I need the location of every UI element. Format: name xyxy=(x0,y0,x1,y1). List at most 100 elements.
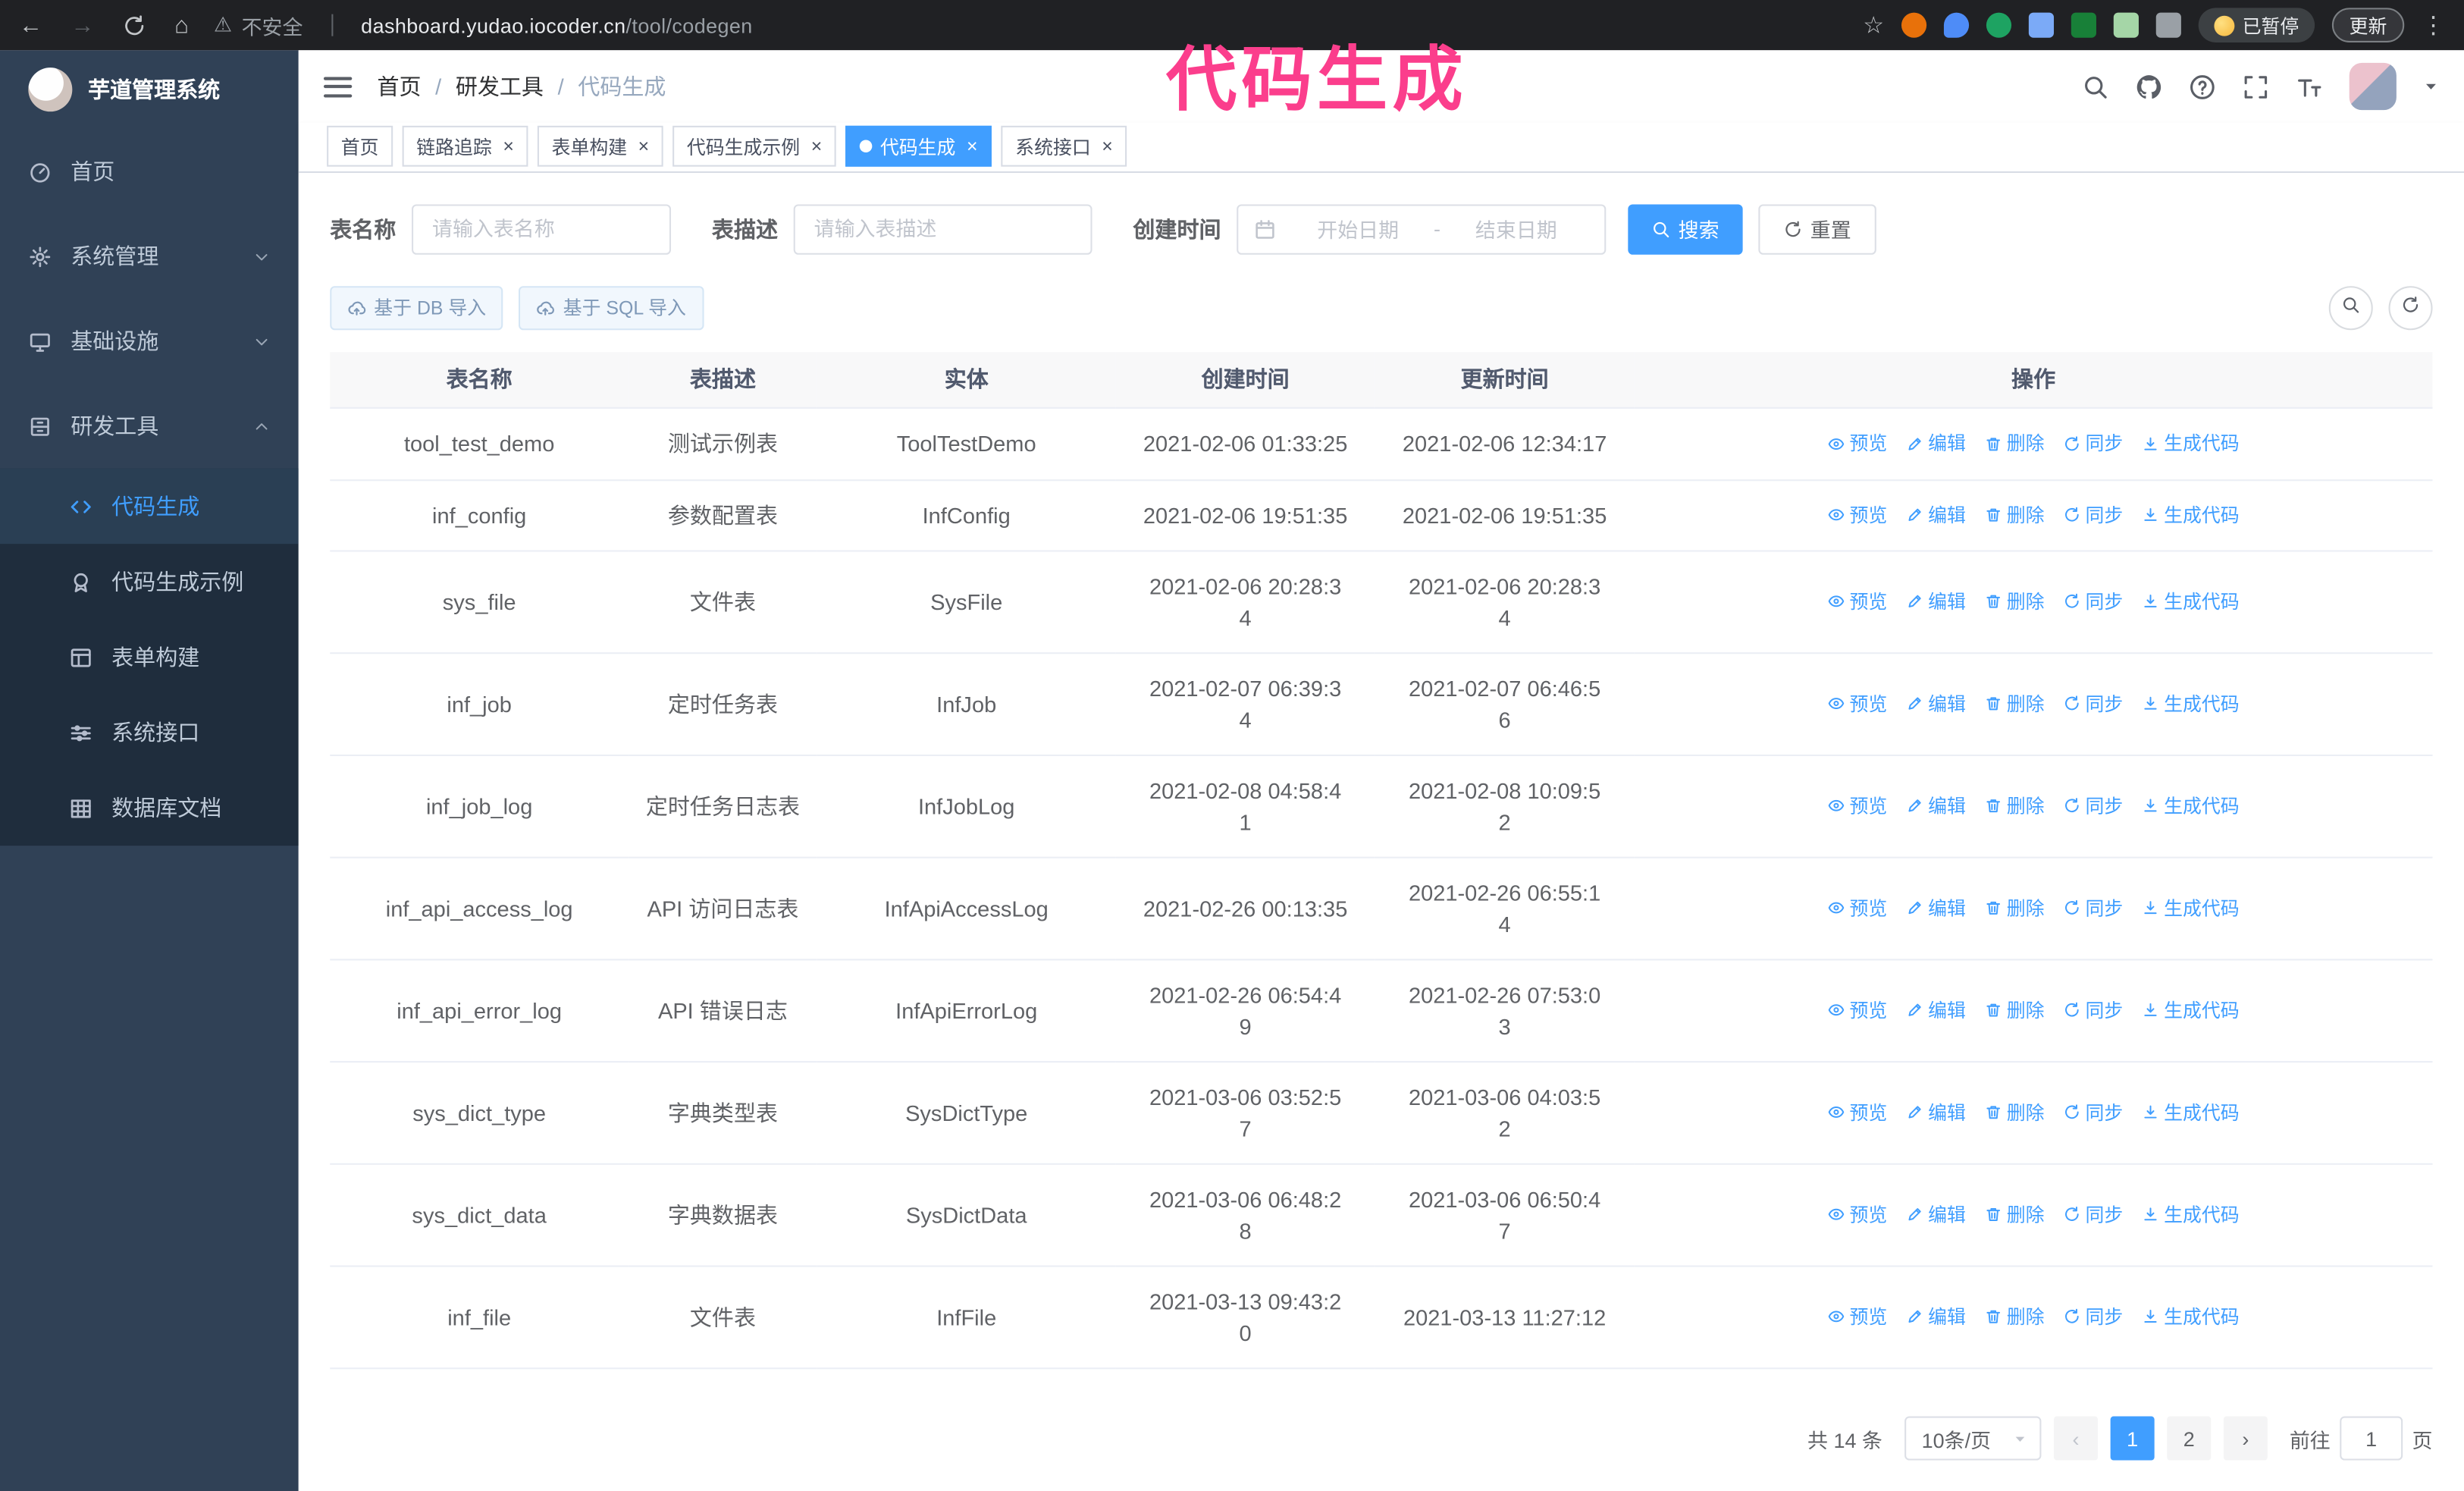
help-icon[interactable] xyxy=(2189,73,2215,99)
reset-button[interactable]: 重置 xyxy=(1758,203,1876,254)
bookmark-star-icon[interactable]: ☆ xyxy=(1863,14,1884,37)
sidebar-subitem-数据库文档[interactable]: 数据库文档 xyxy=(0,771,299,846)
preview-link[interactable]: 预览 xyxy=(1827,586,1887,617)
sidebar-subitem-系统接口[interactable]: 系统接口 xyxy=(0,695,299,770)
sidebar-item-系统管理[interactable]: 系统管理 xyxy=(0,214,299,299)
user-avatar[interactable] xyxy=(2349,62,2397,111)
edit-link[interactable]: 编辑 xyxy=(1906,1301,1966,1332)
delete-link[interactable]: 删除 xyxy=(1985,893,2045,924)
paused-badge[interactable]: 已暂停 xyxy=(2198,8,2315,42)
table-desc-input[interactable] xyxy=(793,203,1092,254)
edit-link[interactable]: 编辑 xyxy=(1906,995,1966,1026)
delete-link[interactable]: 删除 xyxy=(1985,1199,2045,1230)
edit-link[interactable]: 编辑 xyxy=(1906,428,1966,459)
tag-代码生成示例[interactable]: 代码生成示例 × xyxy=(672,126,836,168)
close-icon[interactable]: × xyxy=(638,137,650,156)
delete-link[interactable]: 删除 xyxy=(1985,586,2045,617)
generate-code-link[interactable]: 生成代码 xyxy=(2142,790,2240,821)
edit-link[interactable]: 编辑 xyxy=(1906,893,1966,924)
preview-link[interactable]: 预览 xyxy=(1827,499,1887,530)
preview-link[interactable]: 预览 xyxy=(1827,688,1887,719)
extension-icon[interactable] xyxy=(1986,12,2011,38)
generate-code-link[interactable]: 生成代码 xyxy=(2142,893,2240,924)
delete-link[interactable]: 删除 xyxy=(1985,1097,2045,1128)
breadcrumb-item-研发工具[interactable]: 研发工具 xyxy=(456,71,544,102)
generate-code-link[interactable]: 生成代码 xyxy=(2142,995,2240,1026)
sidebar-item-首页[interactable]: 首页 xyxy=(0,129,299,214)
goto-page-input[interactable] xyxy=(2340,1416,2403,1461)
generate-code-link[interactable]: 生成代码 xyxy=(2142,1199,2240,1230)
delete-link[interactable]: 删除 xyxy=(1985,428,2045,459)
preview-link[interactable]: 预览 xyxy=(1827,1097,1887,1128)
sidebar-item-基础设施[interactable]: 基础设施 xyxy=(0,299,299,384)
extension-icon[interactable] xyxy=(1943,12,1970,38)
sidebar-subitem-表单构建[interactable]: 表单构建 xyxy=(0,620,299,695)
preview-link[interactable]: 预览 xyxy=(1827,1301,1887,1332)
breadcrumb-item-首页[interactable]: 首页 xyxy=(377,71,421,102)
update-button[interactable]: 更新 xyxy=(2331,8,2405,42)
import-sql-button[interactable]: 基于 SQL 导入 xyxy=(519,285,704,330)
toggle-search-button[interactable] xyxy=(2328,285,2373,330)
hamburger-icon[interactable] xyxy=(323,76,353,97)
close-icon[interactable]: × xyxy=(811,137,823,156)
home-icon[interactable]: ⌂ xyxy=(174,14,189,37)
fullscreen-icon[interactable] xyxy=(2243,73,2269,99)
refresh-table-button[interactable] xyxy=(2388,285,2433,330)
delete-link[interactable]: 删除 xyxy=(1985,790,2045,821)
close-icon[interactable]: × xyxy=(503,137,514,156)
sync-link[interactable]: 同步 xyxy=(2063,1301,2123,1332)
extension-icon[interactable] xyxy=(1901,12,1927,38)
tag-表单构建[interactable]: 表单构建 × xyxy=(537,126,663,168)
generate-code-link[interactable]: 生成代码 xyxy=(2142,688,2240,719)
sync-link[interactable]: 同步 xyxy=(2063,586,2123,617)
generate-code-link[interactable]: 生成代码 xyxy=(2142,1301,2240,1332)
address-bar[interactable]: ⚠ 不安全 dashboard.yudao.iocoder.cn/tool/co… xyxy=(214,10,753,39)
close-icon[interactable]: × xyxy=(1102,137,1113,156)
sync-link[interactable]: 同步 xyxy=(2063,688,2123,719)
sync-link[interactable]: 同步 xyxy=(2063,893,2123,924)
edit-link[interactable]: 编辑 xyxy=(1906,790,1966,821)
sidebar-item-研发工具[interactable]: 研发工具 xyxy=(0,384,299,469)
tag-代码生成[interactable]: 代码生成 × xyxy=(845,126,992,168)
delete-link[interactable]: 删除 xyxy=(1985,688,2045,719)
sidebar-subitem-代码生成示例[interactable]: 代码生成示例 xyxy=(0,544,299,619)
extension-icon[interactable] xyxy=(2071,12,2096,38)
preview-link[interactable]: 预览 xyxy=(1827,995,1887,1026)
generate-code-link[interactable]: 生成代码 xyxy=(2142,428,2240,459)
delete-link[interactable]: 删除 xyxy=(1985,499,2045,530)
edit-link[interactable]: 编辑 xyxy=(1906,688,1966,719)
extension-icon[interactable] xyxy=(2113,12,2139,38)
page-button-2[interactable]: 2 xyxy=(2167,1416,2212,1461)
generate-code-link[interactable]: 生成代码 xyxy=(2142,1097,2240,1128)
delete-link[interactable]: 删除 xyxy=(1985,1301,2045,1332)
menu-dots-icon[interactable]: ⋮ xyxy=(2422,11,2445,39)
sidebar-subitem-代码生成[interactable]: 代码生成 xyxy=(0,468,299,545)
prev-page-button[interactable]: ‹ xyxy=(2053,1416,2098,1461)
search-icon[interactable] xyxy=(2082,73,2108,99)
delete-link[interactable]: 删除 xyxy=(1985,995,2045,1026)
edit-link[interactable]: 编辑 xyxy=(1906,1199,1966,1230)
preview-link[interactable]: 预览 xyxy=(1827,790,1887,821)
table-name-input[interactable] xyxy=(412,203,672,254)
sync-link[interactable]: 同步 xyxy=(2063,1199,2123,1230)
puzzle-extension-icon[interactable] xyxy=(2155,12,2181,38)
back-icon[interactable]: ← xyxy=(19,14,42,37)
page-size-select[interactable]: 10条/页 xyxy=(1904,1416,2042,1461)
tag-系统接口[interactable]: 系统接口 × xyxy=(1001,126,1127,168)
preview-link[interactable]: 预览 xyxy=(1827,1199,1887,1230)
reload-icon[interactable] xyxy=(123,14,146,37)
edit-link[interactable]: 编辑 xyxy=(1906,499,1966,530)
date-range-picker[interactable]: 开始日期 - 结束日期 xyxy=(1237,203,1607,254)
tag-首页[interactable]: 首页 xyxy=(327,126,393,168)
sync-link[interactable]: 同步 xyxy=(2063,995,2123,1026)
edit-link[interactable]: 编辑 xyxy=(1906,586,1966,617)
preview-link[interactable]: 预览 xyxy=(1827,893,1887,924)
search-button[interactable]: 搜索 xyxy=(1628,203,1743,254)
github-icon[interactable] xyxy=(2136,73,2162,99)
generate-code-link[interactable]: 生成代码 xyxy=(2142,586,2240,617)
logo[interactable]: 芋道管理系统 xyxy=(0,50,299,129)
font-size-icon[interactable] xyxy=(2296,73,2322,99)
close-icon[interactable]: × xyxy=(967,137,978,156)
sync-link[interactable]: 同步 xyxy=(2063,428,2123,459)
sync-link[interactable]: 同步 xyxy=(2063,499,2123,530)
